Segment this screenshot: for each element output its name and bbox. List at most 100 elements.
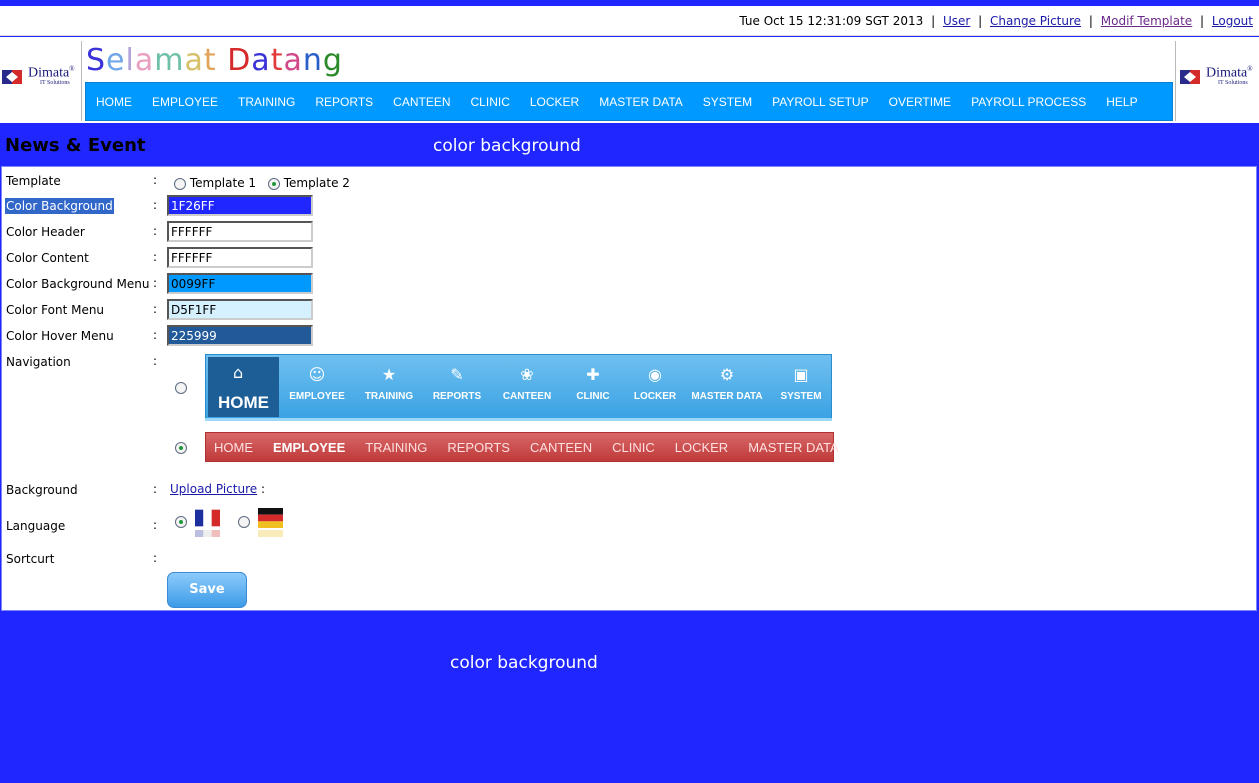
- shortcut-row: Sortcurt :: [2, 548, 1256, 568]
- menu-item-overtime[interactable]: OVERTIME: [889, 95, 951, 109]
- separator: |: [1088, 14, 1093, 28]
- color-content-input[interactable]: FFFFFF: [167, 247, 313, 268]
- template-2-label: Template 2: [283, 176, 350, 190]
- welcome-letter: S: [86, 43, 107, 78]
- welcome-letter: [217, 43, 228, 78]
- logo-brand: Dimata: [28, 65, 70, 81]
- menu-item-system[interactable]: SYSTEM: [703, 95, 752, 109]
- color-background-menu-input[interactable]: 0099FF: [167, 273, 313, 294]
- welcome-letter: l: [125, 43, 135, 78]
- welcome-letter: t: [203, 43, 217, 78]
- colon: :: [153, 276, 158, 290]
- menu-item-reports[interactable]: REPORTS: [315, 95, 373, 109]
- language-de-radio[interactable]: [238, 516, 250, 528]
- nav-home-label: HOME: [218, 393, 269, 412]
- nav-style-2-item-clinic: CLINIC: [612, 439, 655, 455]
- logo-sub: IT Solutions: [40, 80, 70, 86]
- color-hover-menu-label: Color Hover Menu: [6, 329, 114, 343]
- menu-item-help[interactable]: HELP: [1106, 95, 1137, 109]
- nav-style-1-label: CANTEEN: [502, 391, 552, 402]
- nav-style-1-item-locker: ◉ LOCKER: [626, 355, 684, 417]
- template-1-radio[interactable]: [174, 177, 186, 190]
- color-background-input[interactable]: 1F26FF: [167, 195, 313, 216]
- template-2-radio[interactable]: [267, 177, 280, 190]
- template-1-option[interactable]: Template 1: [174, 176, 256, 190]
- logo-reg: ®: [1247, 65, 1253, 73]
- nav-style-1-item-master-data: ⚙ MASTER DATA: [684, 355, 770, 417]
- color-header-input[interactable]: FFFFFF: [167, 221, 313, 242]
- nav-style-2-item-reports: REPORTS: [447, 439, 510, 455]
- nav-style-1-label: EMPLOYEE: [289, 391, 345, 402]
- dimata-logo-icon: [2, 70, 22, 84]
- modif-template-link[interactable]: Modif Template: [1101, 14, 1192, 28]
- dimata-logo-right: Dimata® IT Solutions: [1180, 65, 1256, 91]
- welcome-title: Selamat Datang: [86, 43, 343, 78]
- nav-style-1-label: LOCKER: [633, 391, 677, 402]
- logout-link[interactable]: Logout: [1212, 14, 1253, 28]
- welcome-letter: a: [184, 43, 204, 78]
- navigation-style-2-preview[interactable]: HOME EMPLOYEE TRAINING REPORTS CANTEEN CLINIC…: [205, 432, 839, 462]
- background-suffix: :: [260, 482, 266, 496]
- template-2-option[interactable]: Template 2: [267, 176, 350, 190]
- nav-style-1-label: REPORTS: [432, 391, 482, 402]
- home-icon: ⌂: [233, 363, 244, 382]
- canteen-icon: ❀: [520, 365, 534, 384]
- menu-item-payroll-setup[interactable]: PAYROLL SETUP: [772, 95, 868, 109]
- footer-color-background-note: color background: [450, 653, 598, 673]
- nav-style-1-item-training: ★ TRAINING: [356, 355, 422, 417]
- language-row: Language :: [2, 515, 1256, 535]
- colon: :: [153, 518, 158, 532]
- menu-item-locker[interactable]: LOCKER: [530, 95, 579, 109]
- menu-item-canteen[interactable]: CANTEEN: [393, 95, 450, 109]
- color-content-label: Color Content: [6, 251, 89, 265]
- user-link[interactable]: User: [943, 14, 970, 28]
- navigation-style-1-preview[interactable]: ⌂ HOME ☺ EMPLOYEE ★ TRAINING ✎ REPORTS ❀ CANTEE…: [205, 354, 832, 420]
- nav-style-1-item-canteen: ❀ CANTEEN: [494, 355, 560, 417]
- datetime: Tue Oct 15 12:31:09 SGT 2013: [739, 14, 924, 28]
- nav-style-2-item-employee: EMPLOYEE: [273, 439, 346, 455]
- nav-style-2-item-canteen: CANTEEN: [529, 439, 593, 455]
- language-fr-radio[interactable]: [175, 516, 187, 528]
- reports-icon: ✎: [450, 365, 464, 384]
- separator: |: [1200, 14, 1205, 28]
- de-flag-icon[interactable]: [258, 508, 283, 537]
- welcome-letter: a: [251, 43, 271, 78]
- dimata-logo-icon: [1180, 70, 1200, 84]
- menu-item-payroll-process[interactable]: PAYROLL PROCESS: [971, 95, 1086, 109]
- color-font-menu-input[interactable]: D5F1FF: [167, 299, 313, 320]
- welcome-letter: n: [302, 43, 323, 78]
- navigation-style-1-radio[interactable]: [175, 382, 187, 394]
- nav-style-1-label: CLINIC: [576, 391, 610, 402]
- page-title: News & Event: [5, 135, 146, 156]
- nav-style-1-label: MASTER DATA: [691, 391, 763, 402]
- colon: :: [153, 302, 158, 316]
- menu-item-home[interactable]: HOME: [96, 95, 132, 109]
- menu-item-clinic[interactable]: CLINIC: [471, 95, 510, 109]
- background-row: Background : Upload Picture :: [2, 479, 1256, 499]
- menu-item-employee[interactable]: EMPLOYEE: [152, 95, 218, 109]
- navigation-style-2-radio[interactable]: [175, 442, 187, 454]
- clinic-icon: ✚: [586, 365, 600, 384]
- nav-style-1-item-system: ▣ SYSTEM: [772, 355, 830, 417]
- navigation-label: Navigation: [6, 355, 71, 369]
- training-icon: ★: [381, 365, 397, 384]
- menu-item-master-data[interactable]: MASTER DATA: [599, 95, 683, 109]
- save-button[interactable]: Save: [167, 572, 247, 608]
- nav-style-1-item-clinic: ✚ CLINIC: [564, 355, 622, 417]
- welcome-letter: e: [106, 43, 126, 78]
- fr-flag-icon[interactable]: [195, 508, 220, 537]
- menu-item-training[interactable]: TRAINING: [238, 95, 295, 109]
- header: Dimata® IT Solutions Selamat Datang HOME…: [0, 37, 1259, 123]
- color-background-note: color background: [433, 136, 581, 156]
- divider: [81, 41, 82, 121]
- background-label: Background: [6, 483, 78, 497]
- nav-home-item: ⌂ HOME: [208, 357, 279, 417]
- template-1-label: Template 1: [189, 176, 257, 190]
- change-picture-link[interactable]: Change Picture: [990, 14, 1081, 28]
- colon: :: [153, 198, 158, 212]
- color-background-menu-row: Color Background Menu:0099FF: [2, 273, 1256, 294]
- upload-picture-link[interactable]: Upload Picture: [170, 482, 257, 496]
- color-hover-menu-input[interactable]: 225999: [167, 325, 313, 346]
- welcome-letter: a: [283, 43, 303, 78]
- welcome-letter: a: [134, 43, 155, 78]
